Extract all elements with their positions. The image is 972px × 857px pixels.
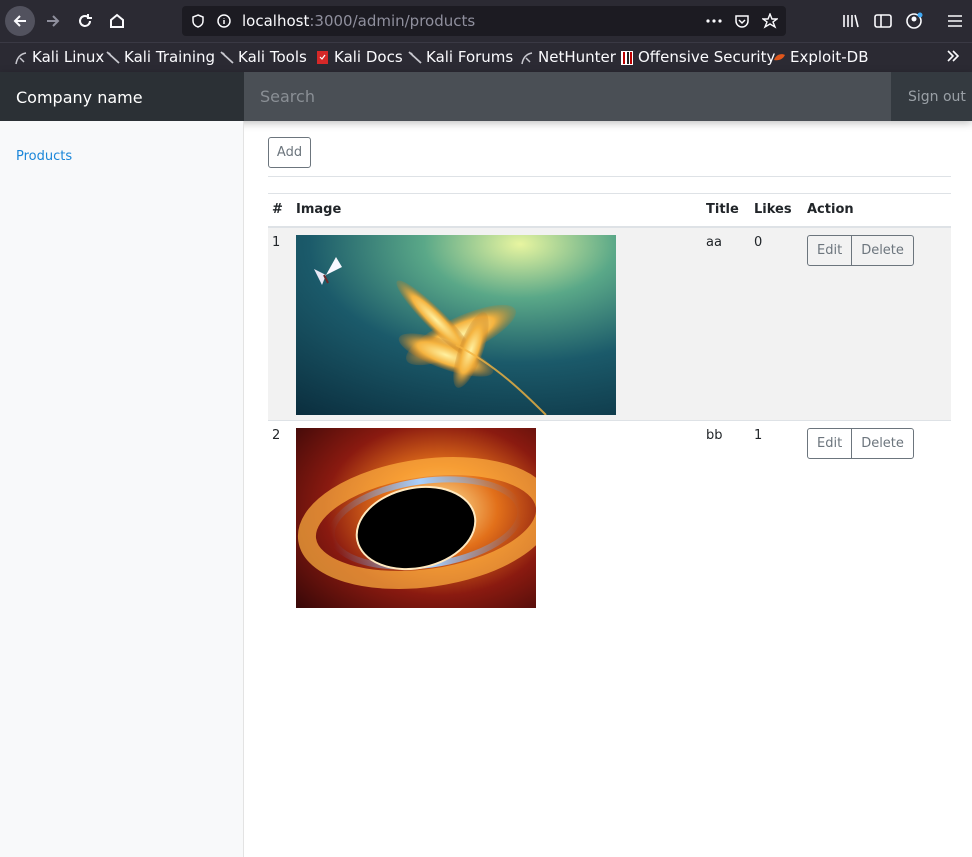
row-likes: 1	[750, 419, 803, 613]
row-title: aa	[702, 226, 750, 420]
col-header-title: Title	[702, 193, 750, 228]
exploit-db-icon	[772, 50, 785, 65]
main-content: Add # Image Title Likes Action 1 aa 0 Ed…	[244, 121, 972, 857]
bookmark-nethunter[interactable]: NetHunter	[520, 48, 616, 66]
browser-toolbar: localhost:3000/admin/products	[0, 0, 972, 42]
bookmark-kali-tools[interactable]: Kali Tools	[220, 48, 307, 66]
col-header-action: Action	[803, 193, 951, 228]
account-icon[interactable]	[900, 6, 930, 36]
nethunter-icon	[520, 50, 533, 65]
bookmarks-overflow-icon[interactable]	[946, 49, 960, 63]
row-title: bb	[702, 419, 750, 613]
table-row: 2 bb 1 Edit Delete	[268, 419, 951, 613]
kali-training-icon	[106, 50, 120, 65]
menu-icon[interactable]	[940, 6, 970, 36]
delete-button[interactable]: Delete	[851, 234, 914, 266]
bookmarks-bar: Kali Linux Kali Training Kali Tools Kali…	[0, 42, 972, 72]
bookmark-kali-training[interactable]: Kali Training	[106, 48, 215, 66]
row-likes: 0	[750, 226, 803, 420]
pocket-icon[interactable]	[734, 13, 750, 29]
row-actions: Edit Delete	[807, 234, 914, 266]
table-row: 1 aa 0 Edit Delete	[268, 226, 951, 420]
edit-button[interactable]: Edit	[807, 234, 853, 266]
sidebar: Products	[0, 121, 244, 857]
row-number: 1	[268, 226, 292, 420]
table-header-row: # Image Title Likes Action	[268, 193, 951, 228]
sidebar-item-products[interactable]: Products	[16, 149, 72, 164]
search-input[interactable]	[244, 72, 891, 121]
col-header-number: #	[268, 193, 292, 228]
home-icon[interactable]	[102, 6, 132, 36]
row-actions: Edit Delete	[807, 427, 914, 459]
reload-icon[interactable]	[70, 6, 100, 36]
col-header-likes: Likes	[750, 193, 803, 228]
app-navbar: Company name Sign out	[0, 72, 972, 121]
page-actions-icon[interactable]	[706, 13, 722, 29]
kali-forums-icon	[408, 50, 422, 65]
kali-tools-icon	[220, 50, 234, 65]
info-icon[interactable]	[216, 13, 232, 29]
back-icon[interactable]	[5, 6, 35, 36]
col-header-image: Image	[292, 193, 702, 228]
url-text[interactable]: localhost:3000/admin/products	[242, 12, 475, 30]
bookmark-kali-forums[interactable]: Kali Forums	[408, 48, 513, 66]
delete-button[interactable]: Delete	[851, 427, 914, 459]
row-number: 2	[268, 419, 292, 613]
bookmark-star-icon[interactable]	[762, 13, 778, 29]
sign-out-link[interactable]: Sign out	[908, 89, 966, 105]
bookmark-kali-linux[interactable]: Kali Linux	[14, 48, 104, 66]
sidebar-toggle-icon[interactable]	[868, 6, 898, 36]
bookmark-exploit-db[interactable]: Exploit-DB	[772, 48, 869, 66]
bookmark-kali-docs[interactable]: Kali Docs	[316, 48, 403, 66]
divider	[268, 176, 951, 177]
kali-dragon-icon	[14, 50, 27, 65]
products-table: # Image Title Likes Action 1 aa 0 Edit D…	[268, 193, 951, 613]
brand-name[interactable]: Company name	[0, 72, 244, 121]
library-icon[interactable]	[836, 6, 866, 36]
offsec-icon	[620, 50, 633, 65]
add-button[interactable]: Add	[268, 137, 311, 168]
url-bar[interactable]: localhost:3000/admin/products	[182, 6, 786, 36]
edit-button[interactable]: Edit	[807, 427, 853, 459]
forward-icon[interactable]	[38, 6, 68, 36]
shield-icon[interactable]	[190, 13, 206, 29]
bookmark-offensive-security[interactable]: Offensive Security	[620, 48, 775, 66]
kali-docs-icon	[316, 50, 329, 65]
product-image-black-hole	[296, 427, 536, 608]
product-image-flower	[296, 234, 616, 415]
